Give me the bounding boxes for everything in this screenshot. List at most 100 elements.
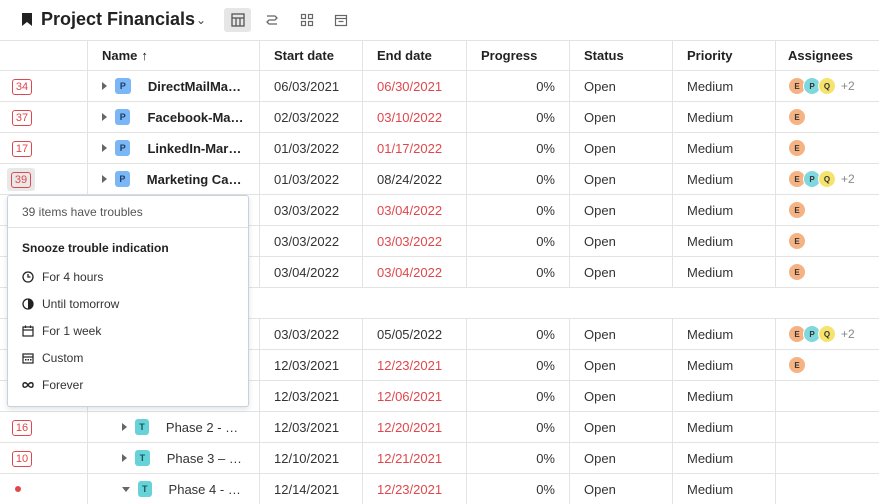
row-name[interactable]: Facebook-Mar… (147, 110, 245, 125)
board-view-button[interactable] (293, 8, 320, 32)
avatar[interactable]: Q (818, 77, 836, 95)
assignees-cell[interactable] (775, 474, 879, 504)
status-cell[interactable]: Open (569, 133, 672, 163)
progress-cell[interactable]: 0% (466, 195, 569, 225)
row-name[interactable]: LinkedIn-Mark… (147, 141, 245, 156)
header-progress[interactable]: Progress (466, 41, 569, 70)
assignees-cell[interactable] (775, 381, 879, 411)
name-cell[interactable]: T Phase 2 - Bui… (87, 412, 259, 442)
start-date-cell[interactable]: 03/03/2022 (259, 319, 362, 349)
expand-arrow-icon[interactable] (102, 144, 107, 152)
priority-cell[interactable]: Medium (672, 71, 775, 101)
progress-cell[interactable]: 0% (466, 71, 569, 101)
name-cell[interactable]: P Facebook-Mar… (87, 102, 259, 132)
start-date-cell[interactable]: 12/14/2021 (259, 474, 362, 504)
assignees-cell[interactable]: E (775, 226, 879, 256)
progress-cell[interactable]: 0% (466, 133, 569, 163)
expand-arrow-icon[interactable] (102, 113, 107, 121)
end-date-cell[interactable]: 12/06/2021 (362, 381, 466, 411)
more-assignees[interactable]: +2 (841, 327, 855, 341)
status-cell[interactable]: Open (569, 257, 672, 287)
progress-cell[interactable]: 0% (466, 381, 569, 411)
end-date-cell[interactable]: 03/04/2022 (362, 257, 466, 287)
progress-cell[interactable]: 0% (466, 164, 569, 194)
assignees-cell[interactable]: E (775, 133, 879, 163)
expand-arrow-icon[interactable] (122, 454, 127, 462)
start-date-cell[interactable]: 02/03/2022 (259, 102, 362, 132)
status-cell[interactable]: Open (569, 350, 672, 380)
progress-cell[interactable]: 0% (466, 319, 569, 349)
priority-cell[interactable]: Medium (672, 226, 775, 256)
row-name[interactable]: DirectMailMar… (148, 79, 245, 94)
start-date-cell[interactable]: 12/03/2021 (259, 381, 362, 411)
assignees-cell[interactable]: E P Q +2 (775, 319, 879, 349)
start-date-cell[interactable]: 03/03/2022 (259, 226, 362, 256)
assignees-cell[interactable] (775, 443, 879, 473)
priority-cell[interactable]: Medium (672, 164, 775, 194)
table-row[interactable]: 34 P DirectMailMar… 06/03/2021 06/30/2021 0% O… (0, 71, 879, 102)
end-date-cell[interactable]: 01/17/2022 (362, 133, 466, 163)
end-date-cell[interactable]: 03/10/2022 (362, 102, 466, 132)
priority-cell[interactable]: Medium (672, 412, 775, 442)
progress-cell[interactable]: 0% (466, 226, 569, 256)
table-row[interactable]: 16 T Phase 2 - Bui… 12/03/202112/20/20210%O… (0, 412, 879, 443)
progress-cell[interactable]: 0% (466, 412, 569, 442)
header-end-date[interactable]: End date (362, 41, 466, 70)
assignees-cell[interactable] (775, 412, 879, 442)
assignees-cell[interactable]: E P Q +2 (775, 164, 879, 194)
status-cell[interactable]: Open (569, 164, 672, 194)
end-date-cell[interactable]: 12/20/2021 (362, 412, 466, 442)
calendar-view-button[interactable] (327, 8, 354, 32)
progress-cell[interactable]: 0% (466, 257, 569, 287)
trouble-dot[interactable] (15, 486, 21, 492)
expand-arrow-icon[interactable] (122, 486, 130, 492)
avatar[interactable]: Q (818, 325, 836, 343)
start-date-cell[interactable]: 06/03/2021 (259, 71, 362, 101)
end-date-cell[interactable]: 12/21/2021 (362, 443, 466, 473)
avatar[interactable]: E (788, 139, 806, 157)
status-cell[interactable]: Open (569, 319, 672, 349)
snooze-custom-option[interactable]: Custom (22, 349, 83, 367)
more-assignees[interactable]: +2 (841, 79, 855, 93)
avatar[interactable]: E (788, 201, 806, 219)
assignees-cell[interactable]: E (775, 257, 879, 287)
status-cell[interactable]: Open (569, 443, 672, 473)
row-name[interactable]: Phase 3 – O… (167, 451, 245, 466)
name-cell[interactable]: P DirectMailMar… (87, 71, 259, 101)
snooze-4-hours-option[interactable]: For 4 hours (22, 268, 103, 286)
priority-cell[interactable]: Medium (672, 133, 775, 163)
expand-arrow-icon[interactable] (102, 82, 107, 90)
end-date-cell[interactable]: 03/03/2022 (362, 226, 466, 256)
status-cell[interactable]: Open (569, 226, 672, 256)
avatar[interactable]: E (788, 108, 806, 126)
page-title[interactable]: Project Financials (41, 9, 195, 30)
assignees-cell[interactable]: E (775, 102, 879, 132)
trouble-badge-wrap[interactable]: 10 (12, 450, 32, 467)
status-cell[interactable]: Open (569, 412, 672, 442)
snooze-until-tomorrow-option[interactable]: Until tomorrow (22, 295, 119, 313)
header-status[interactable]: Status (569, 41, 672, 70)
header-assignees[interactable]: Assignees (775, 41, 879, 70)
priority-cell[interactable]: Medium (672, 257, 775, 287)
progress-cell[interactable]: 0% (466, 350, 569, 380)
start-date-cell[interactable]: 03/04/2022 (259, 257, 362, 287)
status-cell[interactable]: Open (569, 381, 672, 411)
table-row[interactable]: 39 P Marketing Cam… 01/03/2022 08/24/2022 0% O… (0, 164, 879, 195)
name-cell[interactable]: T Phase 4 - Mo… (87, 474, 259, 504)
trouble-badge-wrap[interactable]: 17 (12, 140, 32, 157)
table-row[interactable]: T Phase 4 - Mo… 12/14/202112/23/20210%Open… (0, 474, 879, 504)
assignees-cell[interactable]: E P Q +2 (775, 71, 879, 101)
snooze-forever-option[interactable]: Forever (22, 376, 83, 394)
start-date-cell[interactable]: 01/03/2022 (259, 133, 362, 163)
avatar[interactable]: E (788, 232, 806, 250)
row-name[interactable]: Marketing Cam… (147, 172, 245, 187)
start-date-cell[interactable]: 12/10/2021 (259, 443, 362, 473)
header-start-date[interactable]: Start date (259, 41, 362, 70)
trouble-badge-wrap[interactable]: 34 (12, 78, 32, 95)
end-date-cell[interactable]: 12/23/2021 (362, 350, 466, 380)
progress-cell[interactable]: 0% (466, 443, 569, 473)
assignees-cell[interactable]: E (775, 350, 879, 380)
name-cell[interactable]: P LinkedIn-Mark… (87, 133, 259, 163)
table-row[interactable]: 10 T Phase 3 – O… 12/10/2021 12/21/2021 0% Ope… (0, 443, 879, 474)
priority-cell[interactable]: Medium (672, 474, 775, 504)
